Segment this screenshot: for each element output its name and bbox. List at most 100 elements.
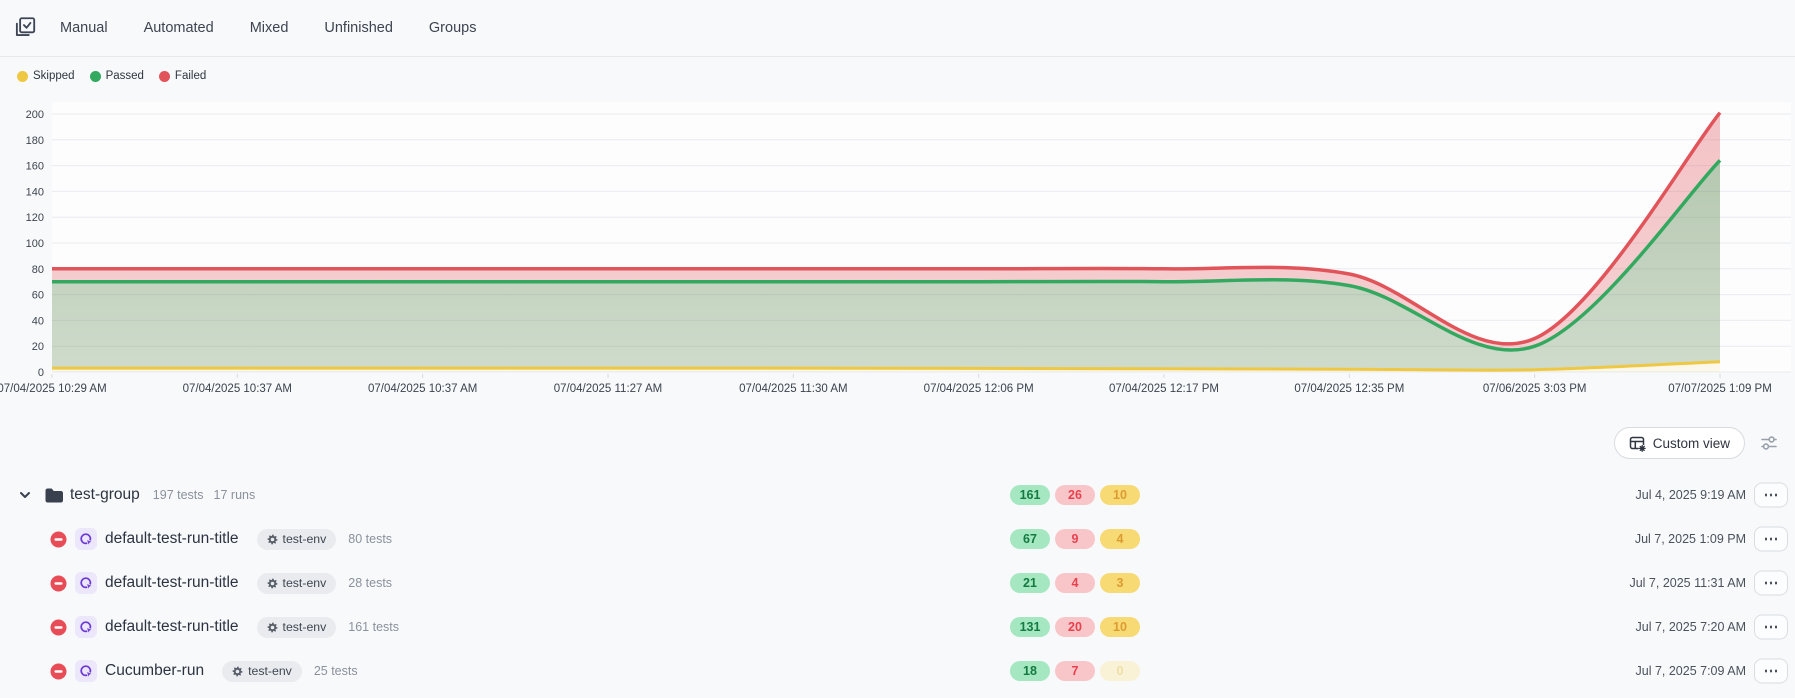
more-icon — [1775, 626, 1778, 629]
failed-legend-dot-icon — [159, 71, 170, 82]
more-icon — [1770, 670, 1773, 673]
run-tests-count: 28 tests — [348, 576, 392, 590]
group-tests-count: 197 tests — [153, 488, 204, 502]
blocked-status-icon — [50, 619, 67, 636]
more-icon — [1765, 538, 1768, 541]
skipped-legend-dot-icon — [17, 71, 28, 82]
failed-count-badge: 26 — [1055, 485, 1095, 505]
custom-view-label: Custom view — [1653, 436, 1730, 451]
x-axis-label: 07/04/2025 10:37 AM — [183, 383, 292, 395]
skipped-count-badge: 3 — [1100, 573, 1140, 593]
result-badges: 1612610 — [1010, 485, 1140, 505]
run-row[interactable]: default-test-run-title test-env 161 tests 1… — [0, 605, 1795, 649]
passed-count-badge: 21 — [1010, 573, 1050, 593]
custom-view-icon — [1629, 435, 1646, 452]
result-badges: 1312010 — [1010, 617, 1140, 637]
more-icon — [1770, 626, 1773, 629]
automated-run-icon — [75, 528, 97, 550]
svg-text:100: 100 — [26, 238, 44, 250]
blocked-status-icon — [50, 575, 67, 592]
legend-label: Failed — [175, 70, 206, 82]
run-title[interactable]: default-test-run-title — [105, 530, 239, 548]
svg-text:120: 120 — [26, 212, 44, 224]
run-date: Jul 7, 2025 1:09 PM — [1635, 532, 1746, 546]
blocked-status-icon — [50, 663, 67, 680]
custom-view-button[interactable]: Custom view — [1614, 427, 1745, 459]
row-left-cluster: test-group197 tests17 runs — [19, 486, 255, 504]
passed-count-badge: 131 — [1010, 617, 1050, 637]
x-axis-label: 07/04/2025 12:35 PM — [1294, 383, 1404, 395]
more-icon — [1765, 582, 1768, 585]
run-date: Jul 7, 2025 7:09 AM — [1636, 664, 1747, 678]
legend-item-failed: Failed — [159, 70, 206, 82]
group-title[interactable]: test-group — [70, 486, 140, 504]
environment-label: test-env — [283, 620, 327, 634]
row-actions-button[interactable] — [1754, 483, 1788, 508]
x-axis-label: 07/04/2025 11:27 AM — [554, 383, 663, 395]
more-icon — [1770, 494, 1773, 497]
run-title[interactable]: default-test-run-title — [105, 618, 239, 636]
row-left-cluster: default-test-run-titletest-env80 tests — [50, 528, 392, 550]
run-row[interactable]: default-test-run-title test-env 28 tests 21… — [0, 561, 1795, 605]
skipped-count-badge: 4 — [1100, 529, 1140, 549]
run-date: Jul 7, 2025 11:31 AM — [1629, 576, 1746, 590]
row-left-cluster: Cucumber-runtest-env25 tests — [50, 660, 358, 682]
skipped-count-badge: 0 — [1100, 661, 1140, 681]
tab-automated[interactable]: Automated — [144, 20, 214, 36]
legend-label: Passed — [106, 70, 144, 82]
failed-count-badge: 7 — [1055, 661, 1095, 681]
automated-run-icon — [75, 572, 97, 594]
run-tests-count: 161 tests — [348, 620, 399, 634]
run-title[interactable]: Cucumber-run — [105, 662, 204, 680]
svg-text:40: 40 — [32, 315, 44, 327]
failed-count-badge: 4 — [1055, 573, 1095, 593]
row-actions-button[interactable] — [1754, 527, 1788, 552]
group-row[interactable]: test-group197 tests17 runs1612610Jul 4, … — [0, 473, 1795, 517]
row-actions-button[interactable] — [1754, 615, 1788, 640]
filter-settings-icon[interactable] — [1759, 433, 1779, 453]
x-axis-label: 07/04/2025 12:17 PM — [1109, 383, 1219, 395]
more-icon — [1765, 494, 1768, 497]
tab-groups[interactable]: Groups — [429, 20, 477, 36]
svg-text:200: 200 — [26, 109, 44, 121]
more-icon — [1765, 670, 1768, 673]
run-date: Jul 7, 2025 7:20 AM — [1636, 620, 1747, 634]
svg-text:140: 140 — [26, 186, 44, 198]
x-axis-label: 07/04/2025 11:30 AM — [739, 383, 848, 395]
list-toolbar: Custom view — [0, 417, 1795, 459]
svg-text:80: 80 — [32, 264, 44, 276]
more-icon — [1770, 582, 1773, 585]
row-left-cluster: default-test-run-title test-env 28 tests — [50, 572, 392, 594]
tab-mixed[interactable]: Mixed — [250, 20, 289, 36]
gear-icon — [267, 578, 278, 589]
more-icon — [1775, 538, 1778, 541]
run-date: Jul 4, 2025 9:19 AM — [1636, 488, 1747, 502]
run-row[interactable]: default-test-run-titletest-env80 tests 67… — [0, 517, 1795, 561]
x-axis-label: 07/06/2025 3:03 PM — [1483, 383, 1587, 395]
passed-count-badge: 67 — [1010, 529, 1050, 549]
more-icon — [1775, 582, 1778, 585]
environment-tag: test-env — [257, 617, 337, 638]
chevron-down-icon[interactable] — [19, 491, 31, 499]
more-icon — [1770, 538, 1773, 541]
x-axis-label: 07/07/2025 1:09 PM — [1668, 383, 1772, 395]
x-axis-label: 07/04/2025 10:37 AM — [368, 383, 477, 395]
gear-icon — [267, 534, 278, 545]
result-badges: 2143 — [1010, 573, 1140, 593]
environment-tag: test-env — [257, 573, 337, 594]
chart-legend: Skipped Passed Failed — [0, 69, 1795, 83]
run-title[interactable]: default-test-run-title — [105, 574, 239, 592]
tab-manual[interactable]: Manual — [60, 20, 108, 36]
environment-tag: test-env — [222, 661, 302, 682]
more-icon — [1765, 626, 1768, 629]
row-actions-button[interactable] — [1754, 659, 1788, 684]
folder-icon — [44, 487, 64, 504]
automated-run-icon — [75, 660, 97, 682]
legend-item-skipped: Skipped — [17, 70, 75, 82]
tab-unfinished[interactable]: Unfinished — [324, 20, 393, 36]
row-actions-button[interactable] — [1754, 571, 1788, 596]
results-area-chart: 02040608010012014016018020007/04/2025 10… — [0, 89, 1795, 411]
run-row[interactable]: Cucumber-runtest-env25 tests1870Jul 7, 2… — [0, 649, 1795, 693]
select-runs-icon[interactable] — [12, 15, 38, 41]
result-badges: 6794 — [1010, 529, 1140, 549]
